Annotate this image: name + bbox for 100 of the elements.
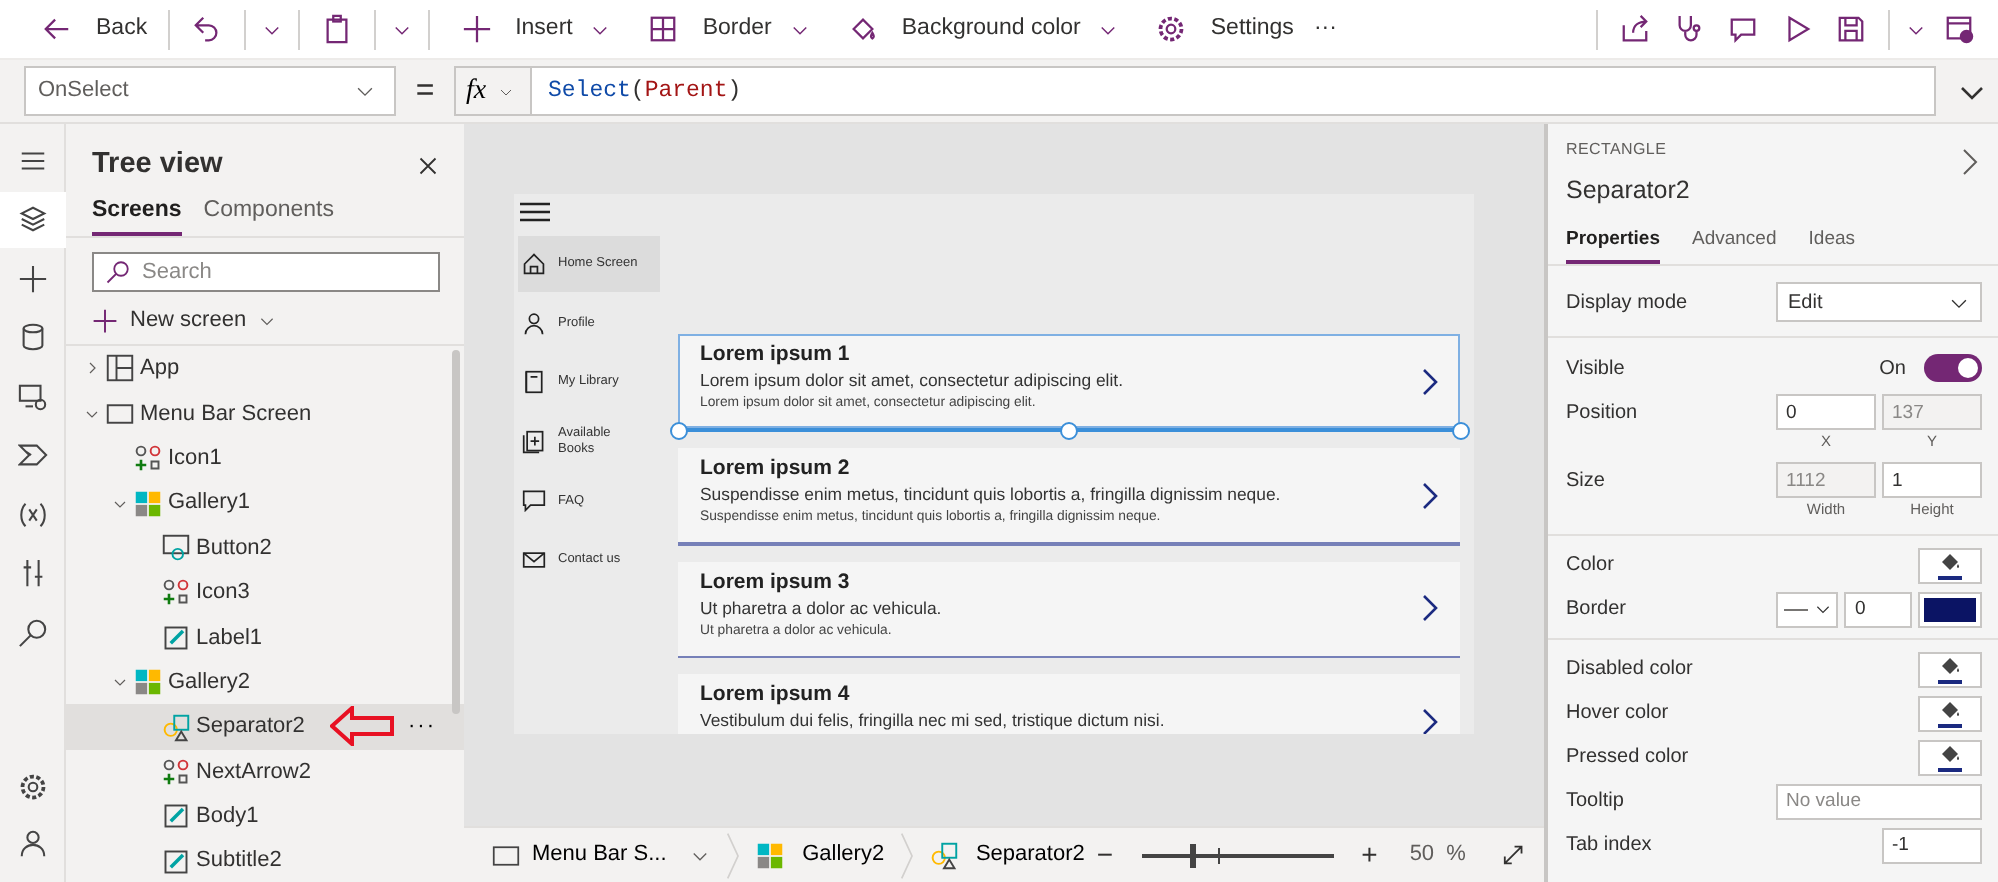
tree-item[interactable]: Gallery1 <box>66 480 464 526</box>
zoom-value: 50 <box>1409 840 1435 871</box>
screen-dropdown[interactable]: Menu Bar S... <box>484 829 719 881</box>
settings-button[interactable]: Settings <box>1134 5 1304 53</box>
tree-item[interactable]: Icon3 <box>66 570 464 616</box>
number-field[interactable]: 0 <box>1844 591 1913 627</box>
item-title: Lorem ipsum 4 <box>700 682 852 708</box>
color-picker[interactable] <box>1918 695 1982 731</box>
plus-icon[interactable] <box>17 263 47 293</box>
close-icon[interactable] <box>416 154 440 178</box>
property-label: Border <box>1566 596 1627 624</box>
database-icon[interactable] <box>17 322 47 352</box>
tree-item[interactable]: Label1 <box>66 615 464 660</box>
app-icon <box>106 354 134 383</box>
number-field[interactable]: 0 <box>1776 394 1876 430</box>
tree-item[interactable]: Body1 <box>66 794 464 840</box>
tab[interactable]: Components <box>203 192 334 237</box>
fullscreen-icon[interactable] <box>1501 842 1524 868</box>
label-icon <box>162 847 190 876</box>
expand-chevron-icon[interactable] <box>1962 148 1978 176</box>
toggle-switch[interactable] <box>1924 354 1982 382</box>
property-label: Tooltip <box>1566 788 1624 816</box>
tree-item[interactable]: NextArrow2 <box>66 749 464 795</box>
tab[interactable]: Screens <box>92 192 182 237</box>
slider-thumb[interactable] <box>1189 843 1196 867</box>
more-button[interactable]: ··· <box>1303 5 1347 53</box>
tree-item[interactable]: Button2 <box>66 525 464 571</box>
chevron-icon <box>112 674 128 691</box>
tree-item[interactable]: Menu Bar Screen <box>66 391 464 437</box>
grid-icon <box>648 14 679 44</box>
more-button[interactable]: ··· <box>404 710 440 744</box>
settings-icon[interactable] <box>17 771 47 801</box>
property-dropdown[interactable]: OnSelect <box>24 66 396 116</box>
item-subtitle: Suspendisse enim metus, tincidunt quis lobortis a, fringilla dignissim neque. <box>700 482 1283 506</box>
property-label: Size <box>1566 467 1605 496</box>
new-screen-button[interactable]: New screen <box>92 298 277 343</box>
save-icon[interactable] <box>1836 14 1866 44</box>
gallery-icon <box>134 668 162 697</box>
publish-icon[interactable] <box>1944 14 1974 44</box>
number-field[interactable]: 1 <box>1882 462 1982 499</box>
gallery-item[interactable]: Lorem ipsum 4 Vestibulum dui felis, fringilla nec mi sed, tristique dictum nisi. <box>678 674 1460 734</box>
stethoscope-icon[interactable] <box>1674 14 1704 44</box>
resize-handle[interactable] <box>669 421 687 439</box>
fill-color-icon <box>1934 653 1966 685</box>
button-icon <box>162 534 190 562</box>
tab[interactable]: Properties <box>1566 225 1660 264</box>
percent-sign: % <box>1446 840 1466 871</box>
chat-icon <box>522 488 546 513</box>
flow-icon[interactable] <box>17 440 47 470</box>
screen-icon <box>492 841 520 869</box>
play-icon[interactable] <box>1782 14 1812 44</box>
control-type: RECTANGLE <box>1566 140 1667 160</box>
tree-item[interactable]: Icon1 <box>66 436 464 481</box>
color-picker[interactable] <box>1918 591 1982 627</box>
undo-icon[interactable] <box>191 14 222 44</box>
tree-item[interactable]: Gallery2 <box>66 659 464 705</box>
item-title: Lorem ipsum 3 <box>700 569 852 595</box>
layers-icon[interactable] <box>17 204 47 234</box>
color-picker[interactable] <box>1918 547 1982 583</box>
search-box[interactable]: Search <box>92 252 440 293</box>
zoom-out-button[interactable]: − <box>1092 834 1118 876</box>
display-mode-dropdown[interactable]: Edit <box>1776 282 1982 322</box>
tooltip-field[interactable]: No value <box>1776 783 1982 819</box>
clipboard-icon[interactable] <box>321 14 352 44</box>
search-icon[interactable] <box>17 617 47 647</box>
media-icon[interactable] <box>17 381 47 411</box>
border-button[interactable]: Border <box>626 5 826 53</box>
variable-icon[interactable] <box>17 499 47 529</box>
settings-icon <box>1156 14 1187 44</box>
gallery-icon <box>134 489 162 518</box>
background-color-button[interactable]: Background color <box>825 5 1135 53</box>
tree-item[interactable]: Separator2 ··· <box>66 704 464 750</box>
tab[interactable]: Ideas <box>1808 225 1856 264</box>
scrollbar-thumb[interactable] <box>452 350 460 715</box>
insert-button[interactable]: Insert <box>439 5 627 53</box>
search-field[interactable]: Search <box>142 256 426 289</box>
breadcrumb[interactable]: Gallery2 <box>748 829 893 881</box>
tree-item[interactable]: App <box>66 346 464 392</box>
breadcrumb-chevron-icon <box>900 829 914 881</box>
tree-item[interactable]: Subtitle2 <box>66 839 464 882</box>
comment-icon[interactable] <box>1728 14 1758 44</box>
function-button[interactable]: fx <box>454 66 532 116</box>
back-button[interactable]: Back <box>20 5 158 53</box>
property-label: Color <box>1566 552 1614 580</box>
fill-color-icon <box>1934 697 1966 729</box>
search-icon <box>106 260 130 285</box>
share-icon[interactable] <box>1620 14 1650 44</box>
tab[interactable]: Advanced <box>1692 225 1777 264</box>
notebook-icon <box>522 370 546 395</box>
menu-icon[interactable] <box>520 202 550 222</box>
label-icon <box>162 623 190 652</box>
color-picker[interactable] <box>1918 651 1982 687</box>
formula-field[interactable]: Select(Parent) <box>532 66 1936 116</box>
tab-index-field[interactable]: -1 <box>1882 827 1982 863</box>
border-style-dropdown[interactable] <box>1776 591 1839 627</box>
color-picker[interactable] <box>1918 739 1982 775</box>
panel-title: Tree view <box>92 146 223 185</box>
person-icon[interactable] <box>17 827 47 857</box>
breadcrumb[interactable]: Separator2 <box>921 829 1093 881</box>
zoom-in-button[interactable]: + <box>1357 834 1382 876</box>
